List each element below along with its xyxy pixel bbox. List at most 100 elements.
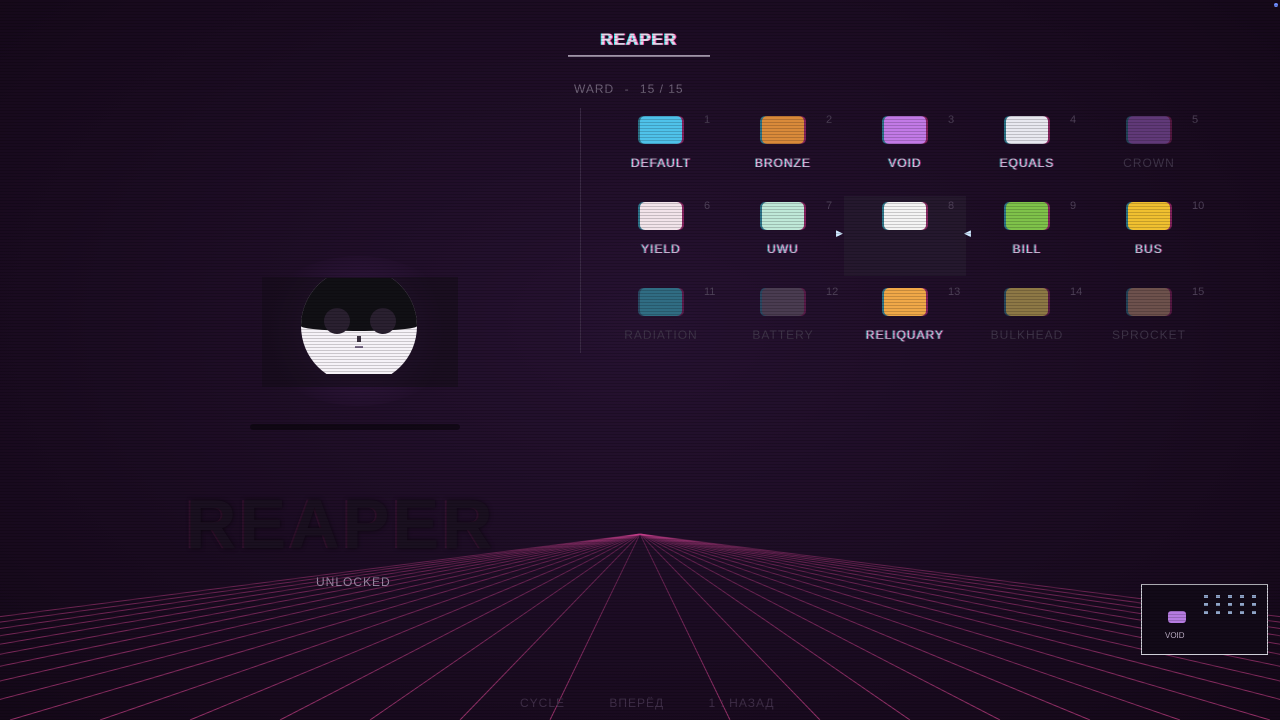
minimap-grid — [1204, 595, 1260, 625]
skin-slot[interactable]: 3 VOID — [844, 110, 966, 190]
preview-shadow — [250, 424, 460, 430]
minimap-slot — [1252, 603, 1256, 606]
bill-skin-icon — [1006, 202, 1048, 230]
selection-arrow-left-icon: ◀ — [964, 228, 971, 238]
uwu-skin-icon — [762, 202, 804, 230]
skin-label: BRONZE — [754, 156, 811, 170]
minimap-label: VOID — [1165, 631, 1185, 640]
skin-label: EQUALS — [999, 156, 1055, 170]
unlock-status: UNLOCKED — [316, 575, 391, 589]
skin-label: BATTERY — [752, 328, 814, 342]
hint-forward[interactable]: ВПЕРЁД — [609, 696, 664, 710]
page-title: REAPER — [600, 30, 678, 49]
skin-label: YIELD — [641, 242, 681, 256]
minimap-preview: VOID — [1141, 584, 1268, 655]
skin-number: 10 — [1192, 200, 1205, 212]
skin-number: 7 — [826, 200, 833, 212]
skin-label: CROWN — [1123, 156, 1175, 170]
skin-slot[interactable]: 1 DEFAULT — [600, 110, 722, 190]
skin-slot[interactable]: 8 — [844, 196, 966, 276]
minimap-slot — [1216, 595, 1220, 598]
minimap-slot — [1252, 595, 1256, 598]
yield-skin-icon — [640, 202, 682, 230]
hint-cycle[interactable]: CYCLE — [520, 696, 565, 710]
floor-line — [639, 533, 821, 720]
skin-number: 8 — [948, 200, 955, 212]
reaper-avatar-icon — [301, 278, 417, 374]
minimap-slot — [1204, 611, 1208, 614]
equals-skin-icon — [1006, 116, 1048, 144]
skin-slot[interactable]: 14 BULKHEAD — [966, 282, 1088, 362]
skin-number: 6 — [704, 200, 711, 212]
minimap-slot — [1240, 611, 1244, 614]
default-skin-icon — [640, 116, 682, 144]
category-name: WARD — [574, 82, 615, 96]
bulkhead-skin-icon — [1006, 288, 1048, 316]
skin-label: BUS — [1135, 242, 1163, 256]
skin-label: DEFAULT — [630, 156, 692, 170]
skin-slot[interactable]: 5 CROWN — [1088, 110, 1210, 190]
skin-slot[interactable]: 6 YIELD — [600, 196, 722, 276]
bronze-skin-icon — [762, 116, 804, 144]
skin-slot[interactable]: 4 EQUALS — [966, 110, 1088, 190]
category-separator: - — [624, 82, 630, 96]
floor-line — [639, 533, 1001, 720]
void-mini-icon — [1168, 611, 1186, 623]
skin-slot[interactable]: 7 UWU — [722, 196, 844, 276]
selection-arrow-right-icon: ▶ — [836, 228, 843, 238]
skin-slot[interactable]: 10 BUS — [1088, 196, 1210, 276]
skin-slot[interactable]: 9 BILL — [966, 196, 1088, 276]
floor-line — [639, 533, 731, 720]
divider — [580, 108, 581, 353]
minimap-slot — [1228, 595, 1232, 598]
skin-slot[interactable]: 11 RADIATION — [600, 282, 722, 362]
minimap-slot — [1228, 611, 1232, 614]
bus-skin-icon — [1128, 202, 1170, 230]
skin-label: UWU — [767, 242, 799, 256]
skin-number: 4 — [1070, 114, 1077, 126]
skin-label: SPROCKET — [1111, 328, 1186, 342]
skin-label: RADIATION — [624, 328, 698, 342]
skin-number: 2 — [826, 114, 833, 126]
minimap-slot — [1216, 603, 1220, 606]
reliquary-skin-icon — [884, 288, 926, 316]
floor-line — [639, 533, 1181, 720]
skin-label: BILL — [1012, 242, 1042, 256]
category-count: 15 / 15 — [639, 82, 684, 96]
minimap-slot — [1204, 595, 1208, 598]
skin-slot[interactable]: 12 BATTERY — [722, 282, 844, 362]
radiation-skin-icon — [640, 288, 682, 316]
floor-line — [639, 533, 1091, 720]
selected-skin-name: REAPER — [186, 485, 496, 563]
skin-label: VOID — [888, 156, 922, 170]
skin-number: 1 — [704, 114, 711, 126]
title-underline — [568, 55, 710, 57]
battery-skin-icon — [762, 288, 804, 316]
control-hints: CYCLE ВПЕРЁД 1 : НАЗАД — [520, 696, 820, 710]
minimap-slot — [1252, 611, 1256, 614]
category-label: WARD - 15 / 15 — [574, 82, 690, 96]
minimap-slot — [1204, 603, 1208, 606]
skin-slot[interactable]: 13 RELIQUARY — [844, 282, 966, 362]
minimap-slot — [1228, 603, 1232, 606]
crown-skin-icon — [1128, 116, 1170, 144]
reaper-skin-icon — [884, 202, 926, 230]
skin-number: 5 — [1192, 114, 1199, 126]
hint-back[interactable]: 1 : НАЗАД — [708, 696, 774, 710]
minimap-slot — [1240, 603, 1244, 606]
minimap-slot — [1240, 595, 1244, 598]
skin-slot[interactable]: 15 SPROCKET — [1088, 282, 1210, 362]
floor-line — [549, 533, 641, 720]
skin-number: 3 — [948, 114, 955, 126]
minimap-slot — [1216, 611, 1220, 614]
void-skin-icon — [884, 116, 926, 144]
skin-number: 11 — [704, 286, 716, 298]
corner-indicator — [1274, 3, 1278, 7]
skin-slot[interactable]: 2 BRONZE — [722, 110, 844, 190]
skin-number: 13 — [948, 286, 961, 298]
skin-number: 12 — [826, 286, 839, 298]
skin-number: 14 — [1070, 286, 1083, 298]
skin-number: 15 — [1192, 286, 1205, 298]
sprocket-skin-icon — [1128, 288, 1170, 316]
skin-number: 9 — [1070, 200, 1077, 212]
